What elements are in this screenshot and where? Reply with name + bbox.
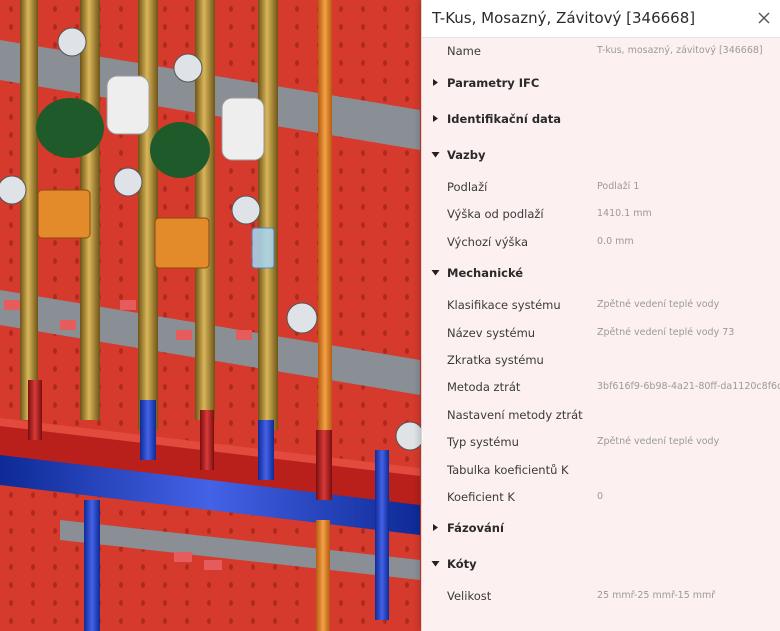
section-label: Identifikační data xyxy=(447,112,562,126)
property-row-metoda-ztrat: Metoda ztrát 3bf616f9-6b98-4a21-80ff-da1… xyxy=(422,374,780,401)
property-label: Name xyxy=(447,44,481,58)
properties-panel: T-Kus, Mosazný, Závitový [346668] Name T… xyxy=(421,0,780,631)
property-value: 1410.1 mm xyxy=(597,208,652,219)
property-value: Podlaží 1 xyxy=(597,181,640,192)
property-label: Tabulka koeficientů K xyxy=(447,463,569,477)
property-label: Výchozí výška xyxy=(447,235,529,249)
property-value: 3bf616f9-6b98-4a21-80ff-da1120c8f6d6 xyxy=(597,381,780,392)
property-value: Zpětné vedení teplé vody 73 xyxy=(597,327,735,338)
property-row-name: Name T-kus, mosazný, závitový [346668] xyxy=(422,38,780,65)
caret-right-icon xyxy=(431,523,440,532)
section-label: Vazby xyxy=(447,148,486,162)
property-label: Velikost xyxy=(447,589,492,603)
section-koty[interactable]: Kóty xyxy=(422,551,780,578)
panel-header: T-Kus, Mosazný, Závitový [346668] xyxy=(422,0,780,38)
property-label: Zkratka systému xyxy=(447,353,544,367)
property-row-podlazi: Podlaží Podlaží 1 xyxy=(422,174,780,201)
caret-down-icon xyxy=(431,268,440,277)
section-parametry-ifc[interactable]: Parametry IFC xyxy=(422,70,780,97)
property-row-zkratka-systemu: Zkratka systému xyxy=(422,347,780,374)
property-row-klasifikace-systemu: Klasifikace systému Zpětné vedení teplé … xyxy=(422,292,780,319)
property-row-koeficient-k: Koeficient K 0 xyxy=(422,484,780,511)
section-label: Fázování xyxy=(447,521,504,535)
section-label: Parametry IFC xyxy=(447,76,540,90)
section-vazby[interactable]: Vazby xyxy=(422,142,780,169)
property-row-nastaveni-metody-ztrat: Nastavení metody ztrát xyxy=(422,402,780,429)
caret-down-icon xyxy=(431,150,440,159)
property-row-vyska-od-podlazi: Výška od podlaží 1410.1 mm xyxy=(422,201,780,228)
property-row-vychozi-vyska: Výchozí výška 0.0 mm xyxy=(422,229,780,256)
section-fazovani[interactable]: Fázování xyxy=(422,515,780,542)
property-label: Metoda ztrát xyxy=(447,380,521,394)
section-mechanicke[interactable]: Mechanické xyxy=(422,260,780,287)
panel-title: T-Kus, Mosazný, Závitový [346668] xyxy=(432,9,696,27)
property-label: Koeficient K xyxy=(447,490,515,504)
section-label: Mechanické xyxy=(447,266,524,280)
property-value: 0.0 mm xyxy=(597,236,634,247)
property-row-typ-systemu: Typ systému Zpětné vedení teplé vody xyxy=(422,429,780,456)
property-value: Zpětné vedení teplé vody xyxy=(597,436,720,447)
property-label: Název systému xyxy=(447,326,536,340)
property-label: Typ systému xyxy=(447,435,519,449)
caret-right-icon xyxy=(431,78,440,87)
property-label: Podlaží xyxy=(447,180,488,194)
property-label: Klasifikace systému xyxy=(447,298,561,312)
caret-down-icon xyxy=(431,559,440,568)
close-button[interactable] xyxy=(755,9,773,27)
section-identifikacni-data[interactable]: Identifikační data xyxy=(422,106,780,133)
property-value: 25 mmř-25 mmř-15 mmř xyxy=(597,590,716,601)
property-row-nazev-systemu: Název systému Zpětné vedení teplé vody 7… xyxy=(422,320,780,347)
property-value: T-kus, mosazný, závitový [346668] xyxy=(597,45,763,56)
property-row-velikost: Velikost 25 mmř-25 mmř-15 mmř xyxy=(422,583,780,610)
property-row-tabulka-koeficientu-k: Tabulka koeficientů K xyxy=(422,457,780,484)
section-label: Kóty xyxy=(447,557,477,571)
property-value: Zpětné vedení teplé vody xyxy=(597,299,720,310)
caret-right-icon xyxy=(431,114,440,123)
property-value: 0 xyxy=(597,491,604,502)
property-label: Výška od podlaží xyxy=(447,207,544,221)
property-label: Nastavení metody ztrát xyxy=(447,408,583,422)
close-icon xyxy=(758,12,770,24)
